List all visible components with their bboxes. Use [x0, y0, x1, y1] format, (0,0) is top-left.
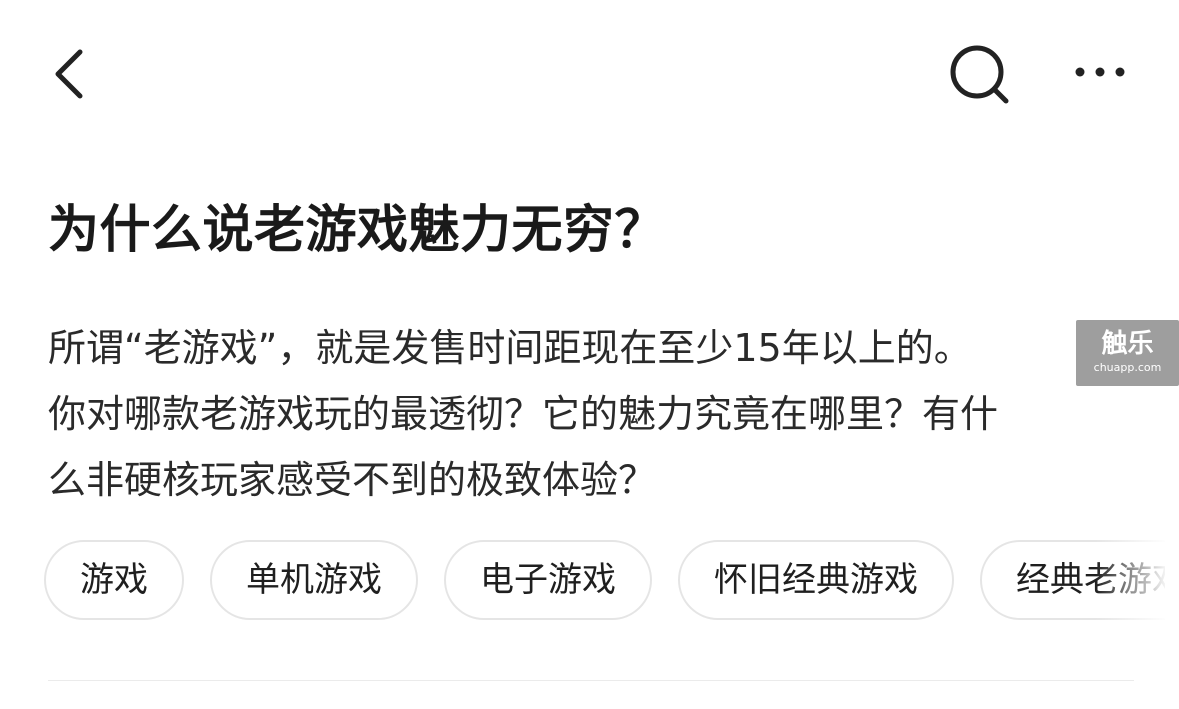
watermark-domain: chuapp.com	[1093, 361, 1162, 374]
question-description: 所谓“老游戏”，就是发售时间距现在至少15年以上的。 你对哪款老游戏玩的最透彻？…	[48, 315, 1138, 513]
description-line: 么非硬核玩家感受不到的极致体验？	[48, 458, 657, 502]
more-options-button[interactable]	[1070, 52, 1130, 92]
description-line: 你对哪款老游戏玩的最透彻？它的魅力究竟在哪里？有什	[48, 392, 999, 436]
topic-tag[interactable]: 怀旧经典游戏	[678, 540, 954, 620]
topic-tag[interactable]: 单机游戏	[210, 540, 418, 620]
back-button[interactable]	[44, 44, 104, 104]
more-horizontal-icon	[1075, 67, 1125, 77]
site-watermark: 触乐 chuapp.com	[1076, 320, 1179, 386]
watermark-brand: 触乐	[1101, 329, 1154, 359]
top-navigation-bar	[0, 0, 1179, 150]
search-button[interactable]	[944, 40, 1014, 110]
topic-tags-row[interactable]: 游戏 单机游戏 电子游戏 怀旧经典游戏 经典老游戏	[44, 540, 1165, 622]
description-line: 所谓“老游戏”，就是发售时间距现在至少15年以上的。	[48, 326, 972, 370]
chevron-left-icon	[55, 49, 83, 99]
topic-tag[interactable]: 电子游戏	[444, 540, 652, 620]
topic-tag[interactable]: 游戏	[44, 540, 184, 620]
question-title: 为什么说老游戏魅力无穷？	[48, 201, 667, 260]
search-icon	[950, 45, 1009, 104]
topic-tag[interactable]: 经典老游戏	[980, 540, 1165, 620]
section-divider	[48, 680, 1134, 681]
